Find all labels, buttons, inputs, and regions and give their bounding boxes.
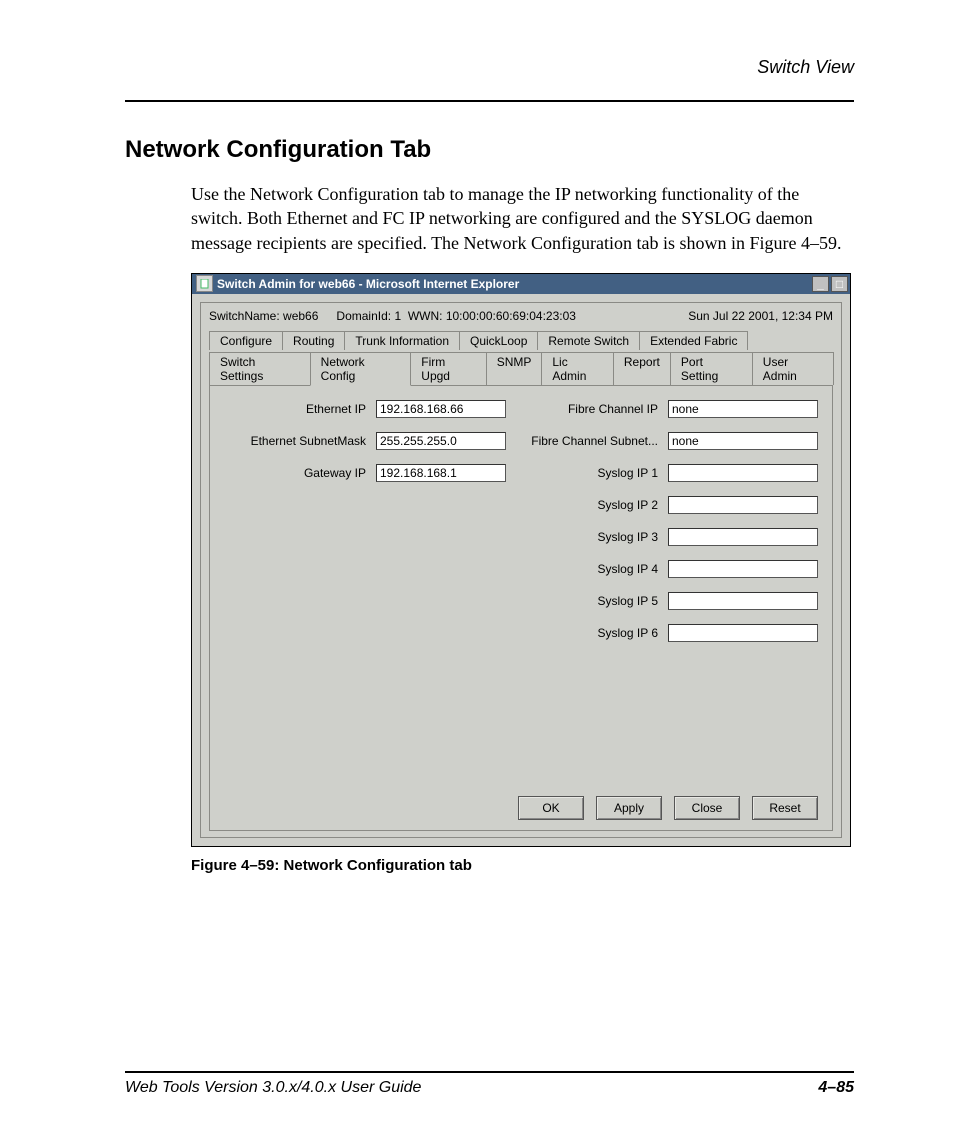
input-syslog6[interactable] [668, 624, 818, 642]
section-header: Switch View [125, 57, 854, 78]
titlebar: Switch Admin for web66 - Microsoft Inter… [192, 274, 850, 294]
tab-user-admin[interactable]: User Admin [752, 352, 834, 385]
domain-wwn: DomainId: 1 WWN: 10:00:00:60:69:04:23:03 [336, 309, 576, 323]
ie-page-icon [196, 275, 213, 292]
tab-switch-settings[interactable]: Switch Settings [209, 352, 311, 385]
input-syslog5[interactable] [668, 592, 818, 610]
label-syslog5: Syslog IP 5 [516, 594, 658, 608]
page-heading: Network Configuration Tab [125, 136, 854, 164]
tab-trunk-information[interactable]: Trunk Information [344, 331, 460, 350]
window-body: SwitchName: web66 DomainId: 1 WWN: 10:00… [192, 294, 850, 846]
button-row: OK Apply Close Reset [518, 796, 818, 820]
switch-name: SwitchName: web66 [209, 309, 318, 323]
close-button[interactable]: Close [674, 796, 740, 820]
window-system-buttons: _ □ [810, 276, 848, 292]
label-syslog1: Syslog IP 1 [516, 466, 658, 480]
screenshot-figure: Switch Admin for web66 - Microsoft Inter… [191, 273, 851, 847]
input-ethernet-subnet[interactable] [376, 432, 506, 450]
label-syslog6: Syslog IP 6 [516, 626, 658, 640]
tab-lic-admin[interactable]: Lic Admin [541, 352, 614, 385]
tab-row-1: Configure Routing Trunk Information Quic… [209, 329, 833, 350]
tab-strip: Configure Routing Trunk Information Quic… [209, 329, 833, 385]
minimize-button[interactable]: _ [812, 276, 829, 292]
label-syslog3: Syslog IP 3 [516, 530, 658, 544]
input-ethernet-ip[interactable] [376, 400, 506, 418]
header-rule [125, 100, 854, 102]
figure-caption: Figure 4–59: Network Configuration tab [191, 857, 854, 874]
tab-remote-switch[interactable]: Remote Switch [537, 331, 640, 350]
page-footer: Web Tools Version 3.0.x/4.0.x User Guide… [125, 1071, 854, 1097]
window-title: Switch Admin for web66 - Microsoft Inter… [217, 277, 810, 291]
input-syslog3[interactable] [668, 528, 818, 546]
tab-configure[interactable]: Configure [209, 331, 283, 350]
status-line: SwitchName: web66 DomainId: 1 WWN: 10:00… [209, 309, 833, 323]
page: Switch View Network Configuration Tab Us… [0, 0, 954, 1145]
label-ethernet-ip: Ethernet IP [224, 402, 366, 416]
label-gateway-ip: Gateway IP [224, 466, 366, 480]
tab-content: Ethernet IP Fibre Channel IP Ethernet Su… [209, 385, 833, 831]
footer-left: Web Tools Version 3.0.x/4.0.x User Guide [125, 1079, 421, 1097]
tab-port-setting[interactable]: Port Setting [670, 352, 753, 385]
tab-firm-upgd[interactable]: Firm Upgd [410, 352, 486, 385]
label-syslog4: Syslog IP 4 [516, 562, 658, 576]
label-fc-subnet: Fibre Channel Subnet... [516, 434, 658, 448]
input-syslog1[interactable] [668, 464, 818, 482]
input-fc-ip[interactable] [668, 400, 818, 418]
input-syslog2[interactable] [668, 496, 818, 514]
ok-button[interactable]: OK [518, 796, 584, 820]
footer-right: 4–85 [818, 1079, 854, 1097]
tab-network-config[interactable]: Network Config [310, 352, 412, 386]
reset-button[interactable]: Reset [752, 796, 818, 820]
tab-quickloop[interactable]: QuickLoop [459, 331, 538, 350]
tab-routing[interactable]: Routing [282, 331, 345, 350]
label-fc-ip: Fibre Channel IP [516, 402, 658, 416]
apply-button[interactable]: Apply [596, 796, 662, 820]
intro-paragraph: Use the Network Configuration tab to man… [191, 182, 854, 255]
tab-snmp[interactable]: SNMP [486, 352, 543, 385]
label-ethernet-subnet: Ethernet SubnetMask [224, 434, 366, 448]
form-grid: Ethernet IP Fibre Channel IP Ethernet Su… [224, 400, 818, 642]
app-window: Switch Admin for web66 - Microsoft Inter… [191, 273, 851, 847]
input-syslog4[interactable] [668, 560, 818, 578]
datetime: Sun Jul 22 2001, 12:34 PM [688, 309, 833, 323]
main-panel: SwitchName: web66 DomainId: 1 WWN: 10:00… [200, 302, 842, 838]
tab-extended-fabric[interactable]: Extended Fabric [639, 331, 748, 350]
label-syslog2: Syslog IP 2 [516, 498, 658, 512]
maximize-button[interactable]: □ [831, 276, 848, 292]
input-fc-subnet[interactable] [668, 432, 818, 450]
footer-rule [125, 1071, 854, 1073]
tab-row-2: Switch Settings Network Config Firm Upgd… [209, 350, 833, 385]
tab-report[interactable]: Report [613, 352, 671, 385]
input-gateway-ip[interactable] [376, 464, 506, 482]
